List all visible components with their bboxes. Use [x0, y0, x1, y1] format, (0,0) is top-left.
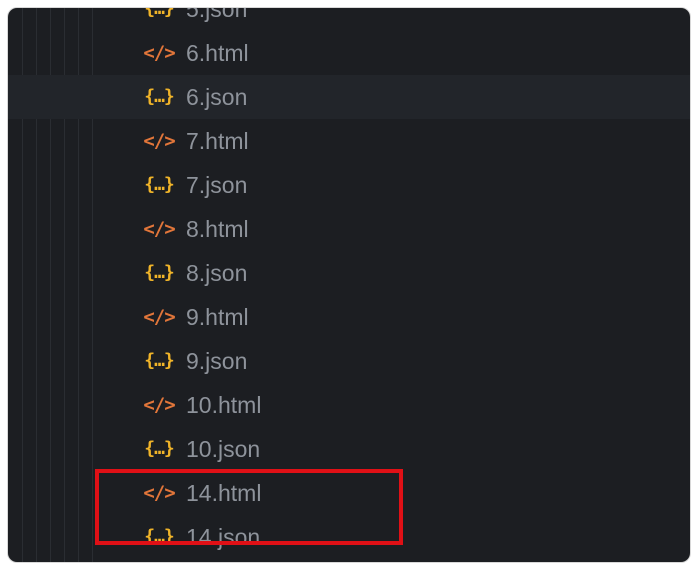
file-item-selected[interactable]: {…} 6.json	[8, 75, 690, 119]
html-icon: </>	[143, 130, 175, 152]
file-name: 8.html	[186, 216, 249, 242]
file-name: 10.json	[186, 436, 261, 462]
json-icon: {…}	[144, 350, 175, 371]
file-item[interactable]: </> 8.html	[8, 207, 690, 251]
file-name: 7.html	[186, 128, 249, 154]
html-icon: </>	[143, 482, 175, 504]
file-item[interactable]: {…} 10.json	[8, 427, 690, 471]
file-item[interactable]: {…} 9.json	[8, 339, 690, 383]
file-name: 14.json	[186, 524, 261, 550]
json-icon: {…}	[144, 174, 175, 195]
html-icon: </>	[143, 306, 175, 328]
html-icon: </>	[143, 42, 175, 64]
file-name: 8.json	[186, 260, 248, 286]
file-name: 14.html	[186, 480, 262, 506]
json-icon: {…}	[144, 8, 175, 19]
file-name: 9.json	[186, 348, 248, 374]
file-item[interactable]: </> 14.html	[8, 471, 690, 515]
json-icon: {…}	[144, 262, 175, 283]
file-item[interactable]: {…} 8.json	[8, 251, 690, 295]
html-icon: </>	[143, 394, 175, 416]
file-item[interactable]: </> 10.html	[8, 383, 690, 427]
file-name: 5.json	[186, 8, 248, 22]
file-item[interactable]: {…} 5.json	[8, 8, 690, 31]
html-icon: </>	[143, 218, 175, 240]
file-name: 9.html	[186, 304, 249, 330]
file-name: 10.html	[186, 392, 262, 418]
json-icon: {…}	[144, 438, 175, 459]
file-item[interactable]: </> 9.html	[8, 295, 690, 339]
file-item[interactable]: {…} 7.json	[8, 163, 690, 207]
file-tree: {…} 5.json </> 6.html {…} 6.json </> 7.h…	[8, 8, 690, 559]
json-icon: {…}	[144, 526, 175, 547]
file-item[interactable]: </> 6.html	[8, 31, 690, 75]
file-item[interactable]: </> 7.html	[8, 119, 690, 163]
json-icon: {…}	[144, 86, 175, 107]
file-name: 6.html	[186, 40, 249, 66]
file-name: 7.json	[186, 172, 248, 198]
file-item[interactable]: {…} 14.json	[8, 515, 690, 559]
file-name: 6.json	[186, 84, 248, 110]
file-explorer-panel: {…} 5.json </> 6.html {…} 6.json </> 7.h…	[8, 8, 690, 562]
